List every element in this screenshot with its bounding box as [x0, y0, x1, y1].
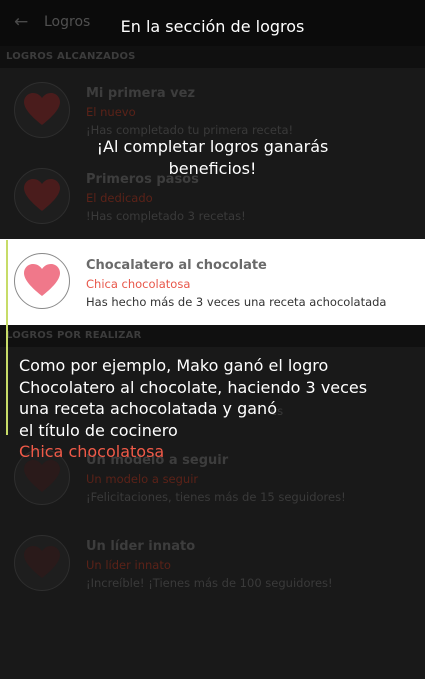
achievement-rank: El nuevo: [86, 105, 136, 119]
tutorial-example-message: Como por ejemplo, Mako ganó el logro Cho…: [19, 355, 419, 463]
tutorial-highlight-title: Chica chocolatosa: [19, 442, 165, 461]
achievement-description: ¡Felicitaciones, tienes más de 15 seguid…: [86, 490, 346, 504]
achievement-item-highlighted[interactable]: Chocalatero al chocolate Chica chocolato…: [0, 239, 425, 325]
achievement-title: Mi primera vez: [86, 86, 196, 101]
achievement-description: Has hecho más de 3 veces una receta acho…: [86, 295, 387, 309]
tutorial-guide-line: [6, 240, 8, 435]
achievement-description: ¡Has completado tu primera receta!: [86, 123, 294, 137]
achievement-rank: Un líder innato: [86, 558, 171, 572]
achievement-badge: [14, 253, 70, 309]
tutorial-line: una receta achocolatada y ganó: [19, 399, 277, 418]
heart-icon: [24, 264, 60, 296]
heart-icon: [24, 546, 60, 578]
tutorial-line: Como por ejemplo, Mako ganó el logro: [19, 356, 329, 375]
section-header-achieved: LOGROS ALCANZADOS: [0, 46, 425, 68]
achievement-description: !Has completado 3 recetas!: [86, 209, 246, 223]
heart-icon: [24, 179, 60, 211]
section-header-pending: LOGROS POR REALIZAR: [0, 325, 425, 347]
heart-icon: [24, 93, 60, 125]
achievement-item[interactable]: Un líder innato Un líder innato ¡Increíb…: [0, 520, 425, 606]
achievement-title: Chocalatero al chocolate: [86, 258, 267, 273]
achievement-rank: El dedicado: [86, 191, 153, 205]
tutorial-message: ¡Al completar logros ganarás beneficios!: [96, 137, 329, 178]
tutorial-line: el título de cocinero: [19, 420, 178, 440]
achievement-badge: [14, 82, 70, 138]
heart-icon: [24, 460, 60, 492]
achievement-rank: Un modelo a seguir: [86, 472, 199, 486]
achievement-rank: Chica chocolatosa: [86, 277, 191, 291]
tutorial-title: En la sección de logros: [120, 17, 305, 36]
achievement-badge: [14, 535, 70, 591]
tutorial-line: Chocolatero al chocolate, haciendo 3 vec…: [19, 377, 368, 397]
achievement-title: Un líder innato: [86, 539, 196, 554]
achievement-description: ¡Increíble! ¡Tienes más de 100 seguidore…: [86, 576, 333, 590]
